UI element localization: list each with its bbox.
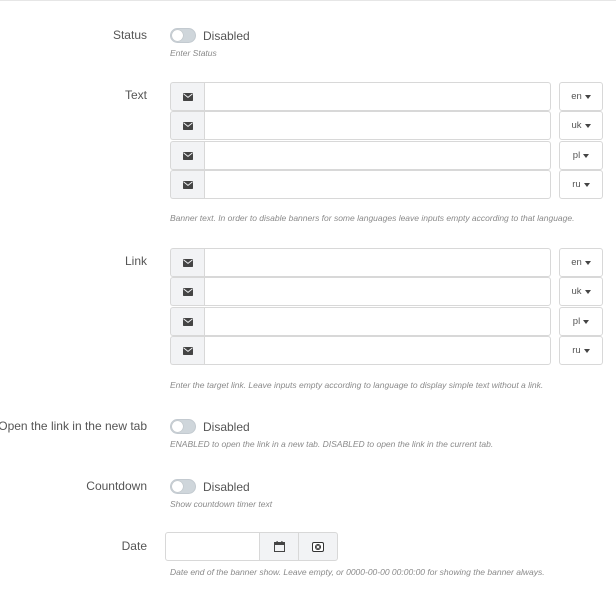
- countdown-label: Countdown: [86, 479, 147, 493]
- countdown-toggle[interactable]: Disabled: [170, 479, 250, 494]
- countdown-toggle-text: Disabled: [203, 479, 250, 494]
- caret-down-icon: [584, 289, 591, 294]
- link-input-ru[interactable]: [204, 336, 551, 365]
- link-label: Link: [124, 254, 147, 268]
- lang-code: ru: [572, 179, 581, 190]
- text-input-group: [170, 170, 551, 199]
- envelope-addon: [170, 170, 204, 199]
- text-lang-dropdown-en[interactable]: en: [559, 82, 603, 111]
- new-tab-toggle[interactable]: Disabled: [170, 419, 250, 434]
- envelope-addon: [170, 277, 204, 306]
- switch-knob: [172, 30, 183, 41]
- text-input-group: [170, 82, 551, 111]
- countdown-help: Show countdown timer text: [170, 499, 273, 509]
- envelope-icon: [182, 346, 193, 355]
- link-input-group: [170, 277, 551, 306]
- lang-code: uk: [571, 286, 582, 297]
- envelope-icon: [182, 258, 193, 267]
- envelope-addon: [170, 141, 204, 170]
- text-lang-dropdown-ru[interactable]: ru: [559, 170, 603, 199]
- envelope-icon: [182, 287, 193, 296]
- status-toggle-text: Disabled: [203, 28, 250, 43]
- text-lang-dropdown-uk[interactable]: uk: [559, 111, 603, 140]
- link-lang-dropdown-uk[interactable]: uk: [559, 277, 603, 306]
- text-input-uk[interactable]: [204, 111, 551, 140]
- text-input-group: [170, 141, 551, 170]
- status-toggle[interactable]: Disabled: [170, 28, 250, 43]
- new-tab-label: Open the link in the new tab: [0, 419, 147, 433]
- caret-down-icon: [584, 260, 591, 265]
- switch-knob: [172, 421, 183, 432]
- caret-down-icon: [583, 153, 590, 158]
- caret-down-icon: [584, 123, 591, 128]
- caret-down-icon: [583, 319, 590, 324]
- calendar-button[interactable]: [259, 532, 299, 561]
- status-help: Enter Status: [170, 48, 217, 58]
- envelope-addon: [170, 336, 204, 365]
- text-label: Text: [124, 88, 147, 102]
- envelope-icon: [182, 121, 193, 130]
- link-input-pl[interactable]: [204, 307, 551, 336]
- status-label: Status: [112, 28, 147, 42]
- link-lang-dropdown-pl[interactable]: pl: [559, 307, 603, 336]
- text-input-group: [170, 111, 551, 140]
- envelope-icon: [182, 151, 193, 160]
- countdown-switch[interactable]: [170, 479, 196, 494]
- status-switch[interactable]: [170, 28, 196, 43]
- caret-down-icon: [583, 348, 590, 353]
- date-help: Date end of the banner show. Leave empty…: [170, 567, 545, 577]
- switch-knob: [172, 481, 183, 492]
- link-help: Enter the target link. Leave inputs empt…: [170, 380, 544, 390]
- lang-code: pl: [572, 316, 581, 327]
- link-input-group: [170, 307, 551, 336]
- new-tab-switch[interactable]: [170, 419, 196, 434]
- link-lang-dropdown-ru[interactable]: ru: [559, 336, 603, 365]
- text-lang-dropdown-pl[interactable]: pl: [559, 141, 603, 170]
- new-tab-help: ENABLED to open the link in a new tab. D…: [170, 439, 494, 449]
- date-input[interactable]: [165, 532, 260, 561]
- text-input-en[interactable]: [204, 82, 551, 111]
- lang-code: pl: [572, 150, 581, 161]
- date-label: Date: [121, 539, 147, 553]
- link-input-uk[interactable]: [204, 277, 551, 306]
- new-tab-toggle-text: Disabled: [203, 419, 250, 434]
- lang-code: en: [571, 257, 582, 268]
- link-lang-dropdown-en[interactable]: en: [559, 248, 603, 277]
- top-divider: [0, 0, 616, 1]
- envelope-icon: [182, 180, 193, 189]
- envelope-icon: [182, 317, 193, 326]
- envelope-addon: [170, 82, 204, 111]
- caret-down-icon: [583, 182, 590, 187]
- envelope-addon: [170, 111, 204, 140]
- text-input-ru[interactable]: [204, 170, 551, 199]
- link-input-group: [170, 336, 551, 365]
- link-input-group: [170, 248, 551, 277]
- envelope-icon: [182, 92, 193, 101]
- calendar-icon: [273, 541, 285, 552]
- clear-icon: [312, 541, 324, 552]
- lang-code: en: [571, 91, 582, 102]
- lang-code: ru: [572, 345, 581, 356]
- clear-date-button[interactable]: [298, 532, 338, 561]
- lang-code: uk: [571, 120, 582, 131]
- link-input-en[interactable]: [204, 248, 551, 277]
- envelope-addon: [170, 248, 204, 277]
- text-help: Banner text. In order to disable banners…: [170, 213, 575, 223]
- caret-down-icon: [584, 94, 591, 99]
- text-input-pl[interactable]: [204, 141, 551, 170]
- envelope-addon: [170, 307, 204, 336]
